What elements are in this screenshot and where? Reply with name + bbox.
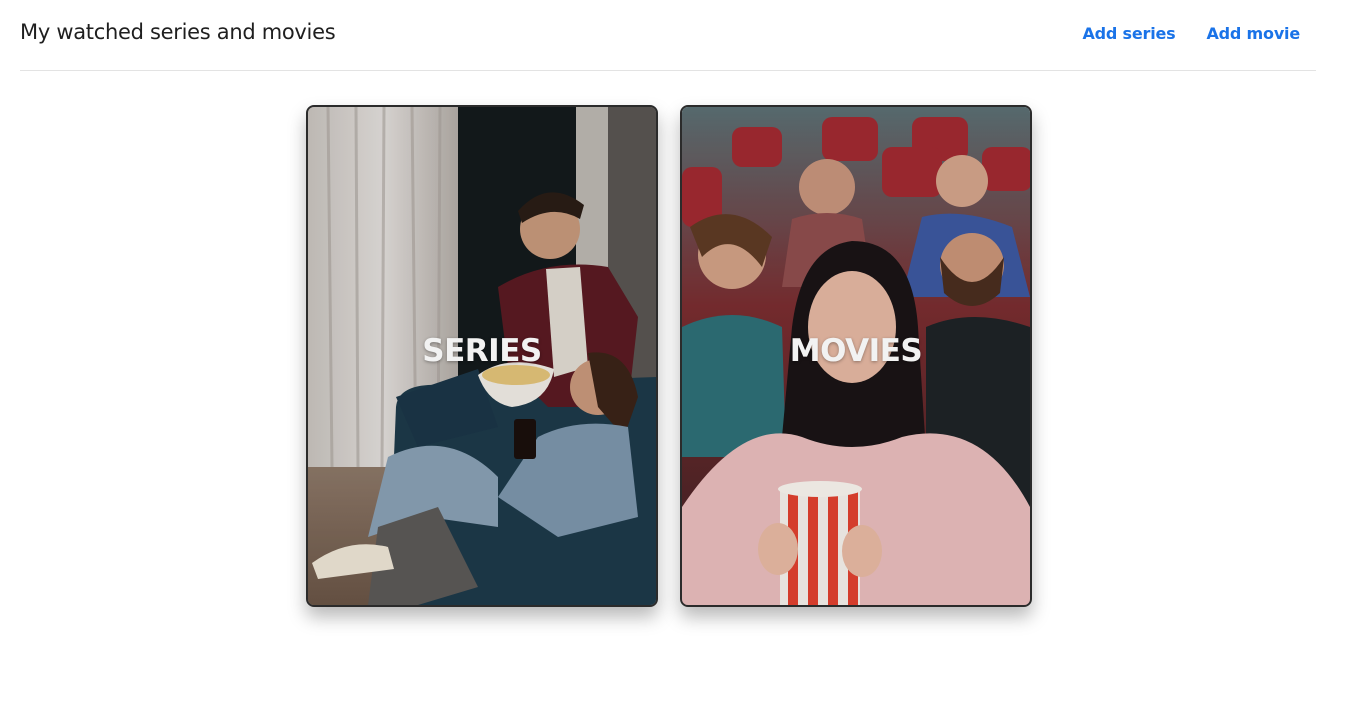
header-nav: Add series Add movie xyxy=(1083,24,1301,43)
movies-card-label: MOVIES xyxy=(789,333,923,369)
add-movie-link[interactable]: Add movie xyxy=(1207,24,1301,43)
add-series-link[interactable]: Add series xyxy=(1083,24,1176,43)
header-bar: My watched series and movies Add series … xyxy=(20,0,1316,71)
series-card[interactable]: SERIES xyxy=(306,105,658,607)
movies-card[interactable]: MOVIES xyxy=(680,105,1032,607)
page-title: My watched series and movies xyxy=(20,20,336,44)
series-card-label: SERIES xyxy=(422,333,542,369)
